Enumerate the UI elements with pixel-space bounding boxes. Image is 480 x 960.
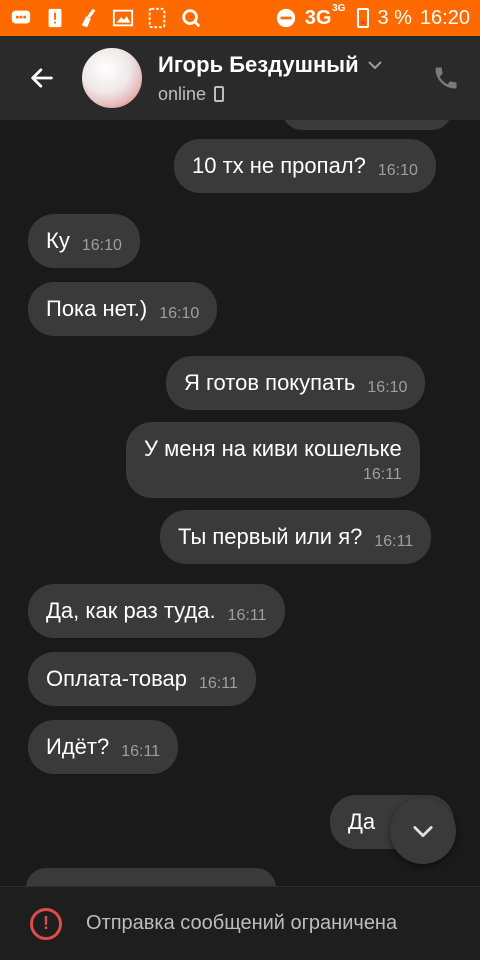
- status-bar-right: 3G 3G 3 % 16:20: [275, 2, 470, 30]
- back-button[interactable]: [0, 36, 84, 120]
- alert-icon: [44, 7, 66, 29]
- call-button[interactable]: [430, 62, 462, 94]
- contact-info[interactable]: Игорь Бездушный online: [158, 52, 383, 105]
- message-text: Я готов покупать: [184, 370, 356, 395]
- sim-icon: [146, 7, 168, 29]
- message-text: Да: [348, 809, 376, 834]
- message-time: 16:10: [81, 237, 122, 254]
- message-text: Ку: [46, 228, 70, 253]
- message-list[interactable]: 10 тх не пропал? 16:10 Ку 16:10 Пока нет…: [0, 120, 480, 886]
- message-incoming[interactable]: Пока нет.) 16:10: [28, 282, 218, 336]
- contact-name: Игорь Бездушный: [158, 51, 359, 77]
- message-text: Оплата-товар: [46, 666, 187, 691]
- dnd-icon: [275, 7, 297, 29]
- message-text: Да, как раз туда.: [46, 598, 216, 623]
- message-time: 16:10: [367, 379, 408, 396]
- network-indicator: 3G 3G: [304, 2, 346, 29]
- chevron-down-icon: [413, 826, 433, 838]
- status-bar-left: [10, 7, 202, 29]
- message-incoming[interactable]: Идёт? 16:11: [28, 720, 179, 774]
- back-arrow-icon: [31, 68, 53, 88]
- broom-icon: [78, 7, 100, 29]
- message-outgoing[interactable]: 10 тх не пропал? 16:10: [174, 139, 436, 193]
- message-text: Идёт?: [46, 734, 110, 759]
- avatar[interactable]: [80, 46, 144, 110]
- clock: 16:20: [419, 6, 470, 29]
- image-icon: [112, 7, 134, 29]
- message-time: 16:10: [377, 162, 418, 179]
- message-outgoing[interactable]: Ты первый или я? 16:11: [160, 510, 432, 564]
- battery-percent: 3 %: [377, 6, 412, 29]
- search-icon: [180, 7, 202, 29]
- status-bar: 3G 3G 3 % 16:20: [0, 0, 480, 36]
- message-incoming[interactable]: Ку 16:10: [28, 214, 140, 268]
- chevron-down-icon: [367, 60, 382, 69]
- message-incoming[interactable]: Оплата-товар 16:11: [28, 652, 256, 706]
- restriction-bar: ! Отправка сообщений ограничена: [0, 886, 480, 960]
- message-text: Пока нет.): [46, 296, 148, 321]
- message-outgoing[interactable]: У меня на киви кошельке 16:11: [126, 422, 420, 498]
- scroll-to-bottom-button[interactable]: [390, 798, 456, 864]
- mobile-device-icon: [214, 86, 225, 102]
- message-time: 16:11: [227, 607, 267, 624]
- warning-icon: !: [30, 907, 62, 940]
- message-incoming[interactable]: Да, как раз туда. 16:11: [28, 584, 285, 638]
- contact-status: online: [158, 83, 207, 104]
- phone-icon: [435, 67, 457, 89]
- message-time: 16:11: [374, 533, 414, 550]
- restriction-text: Отправка сообщений ограничена: [86, 912, 398, 934]
- chat-header: Игорь Бездушный online: [0, 36, 480, 120]
- message-time: 16:11: [362, 466, 402, 483]
- message-text: У меня на киви кошельке: [144, 436, 402, 461]
- message-time: 16:11: [121, 743, 161, 760]
- message-time: 16:10: [159, 305, 200, 322]
- battery-icon: [357, 8, 370, 28]
- message-time: 16:11: [198, 675, 238, 692]
- message-bubble-partial: [26, 868, 276, 886]
- message-text: 10 тх не пропал?: [192, 153, 366, 178]
- message-text: Ты первый или я?: [178, 524, 363, 549]
- message-bubble-partial: [282, 120, 452, 130]
- chat-icon: [10, 7, 32, 29]
- message-outgoing[interactable]: Я готов покупать 16:10: [166, 356, 426, 410]
